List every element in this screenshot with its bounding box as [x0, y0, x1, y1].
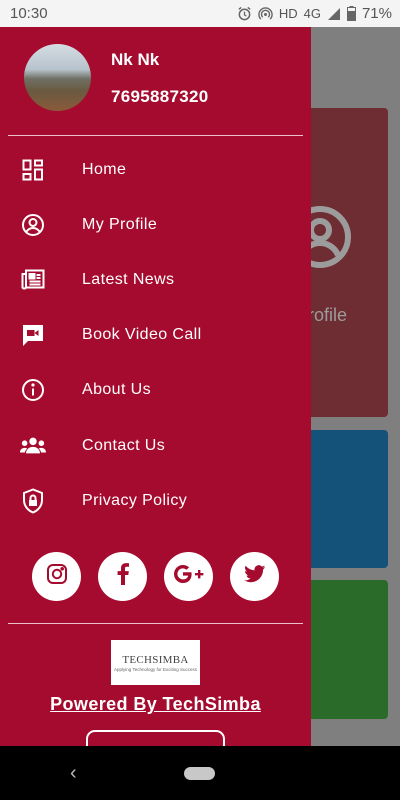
social-links: [32, 552, 279, 601]
instagram-icon: [46, 563, 68, 590]
menu-label-my-profile: My Profile: [82, 215, 158, 233]
logo-text: TECHSIMBA: [122, 653, 189, 666]
network-type-label: 4G: [303, 6, 321, 21]
instagram-button[interactable]: [32, 552, 81, 601]
powered-by-link[interactable]: Powered By TechSimba: [0, 694, 311, 715]
menu-label-latest-news: Latest News: [82, 270, 175, 288]
menu-label-home: Home: [82, 160, 127, 178]
shield-lock-icon: [20, 488, 46, 514]
menu-item-privacy-policy[interactable]: Privacy Policy: [0, 473, 311, 528]
divider: [8, 623, 303, 624]
battery-level: 71%: [361, 5, 392, 22]
divider: [8, 135, 303, 136]
menu-item-home[interactable]: Home: [0, 142, 311, 197]
facebook-icon: [116, 563, 130, 590]
drawer-bottom-button[interactable]: [86, 730, 225, 746]
menu-item-book-video-call[interactable]: Book Video Call: [0, 308, 311, 363]
avatar[interactable]: [24, 44, 91, 111]
google-plus-button[interactable]: [164, 552, 213, 601]
video-call-icon: [20, 322, 46, 348]
drawer-menu: Home My Profile Latest News Book Video C…: [0, 142, 311, 528]
user-phone: 7695887320: [111, 87, 209, 106]
system-nav-bar: ‹: [0, 746, 400, 800]
signal-icon: [327, 7, 341, 21]
google-plus-icon: [173, 564, 204, 589]
menu-item-latest-news[interactable]: Latest News: [0, 252, 311, 307]
home-pill-icon[interactable]: [184, 767, 215, 780]
status-icons: HD 4G 71%: [237, 5, 392, 22]
people-icon: [20, 433, 46, 459]
status-time: 10:30: [10, 5, 48, 22]
menu-item-my-profile[interactable]: My Profile: [0, 197, 311, 252]
twitter-icon: [243, 565, 266, 588]
battery-icon: [346, 6, 356, 21]
alarm-icon: [237, 6, 252, 21]
hotspot-icon: [258, 6, 273, 21]
twitter-button[interactable]: [230, 552, 279, 601]
network-hd-label: HD: [278, 6, 298, 21]
user-circle-icon: [20, 212, 46, 238]
facebook-button[interactable]: [98, 552, 147, 601]
logo-tagline: Applying Technology for Exciting Success: [114, 666, 197, 672]
grid-dashboard-icon: [20, 157, 46, 183]
techsimba-logo: TECHSIMBA Applying Technology for Exciti…: [111, 640, 200, 685]
menu-item-about-us[interactable]: About Us: [0, 363, 311, 418]
menu-item-contact-us[interactable]: Contact Us: [0, 418, 311, 473]
back-icon[interactable]: ‹: [70, 762, 77, 785]
menu-label-contact-us: Contact Us: [82, 436, 166, 454]
info-icon: [20, 377, 46, 403]
menu-label-about-us: About Us: [82, 381, 152, 399]
menu-label-book-video-call: Book Video Call: [82, 326, 202, 344]
user-name: Nk Nk: [111, 50, 160, 69]
newspaper-icon: [20, 267, 46, 293]
menu-label-privacy-policy: Privacy Policy: [82, 491, 188, 509]
navigation-drawer: Nk Nk 7695887320 Home My Profile Latest …: [0, 27, 311, 746]
status-bar: 10:30 HD 4G 71%: [0, 0, 400, 27]
